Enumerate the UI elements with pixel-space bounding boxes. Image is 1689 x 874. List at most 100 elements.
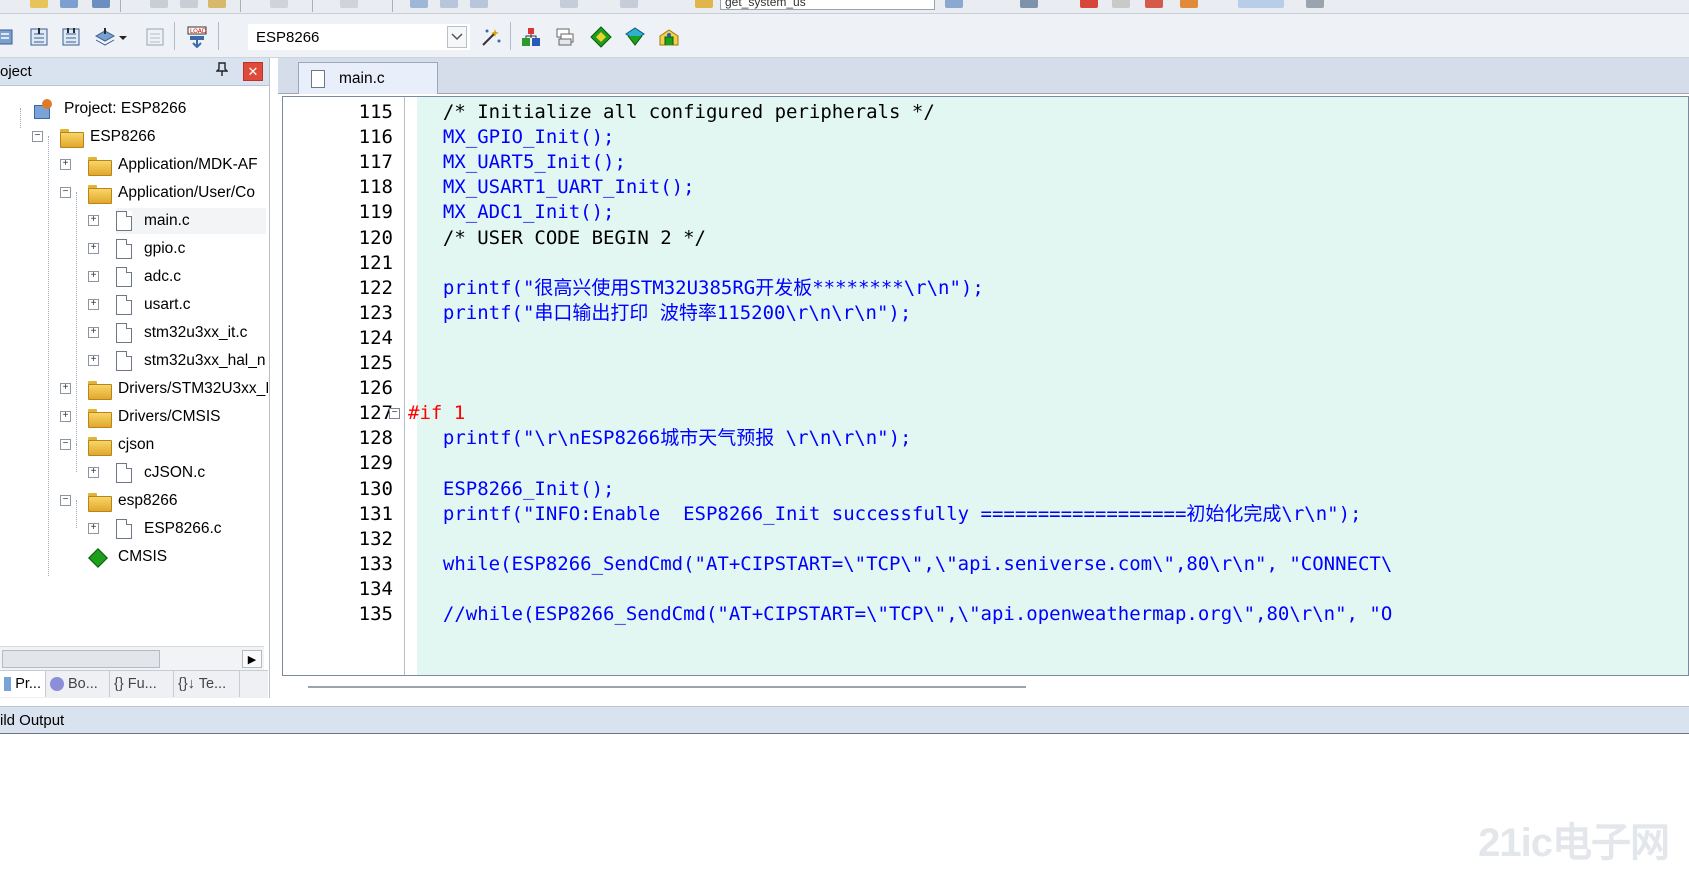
window-layout-icon[interactable] [1238,0,1284,8]
copy-icon[interactable] [180,0,198,8]
tree-item[interactable]: + stm32u3xx_it.c [88,320,247,346]
code-line[interactable]: printf("\r\nESP8266城市天气预报 \r\n\r\n"); [420,425,912,452]
tree-item[interactable]: − cjson [60,432,154,458]
code-line[interactable]: ESP8266_Init(); [420,476,615,503]
indent-icon[interactable] [560,0,578,8]
debug-start-icon[interactable] [1080,0,1098,8]
batch-build-icon[interactable] [92,24,118,50]
file-icon [116,239,132,259]
target-options-icon[interactable] [478,24,504,50]
code-line[interactable]: #if 1 [408,400,465,427]
collapse-icon[interactable]: − [60,187,71,198]
fold-toggle-icon[interactable]: − [389,408,400,420]
tree-item[interactable]: − esp8266 [60,488,177,514]
breakpoint-icon[interactable] [1112,0,1130,8]
find-in-files-icon[interactable] [695,0,713,8]
tree-item[interactable]: + Drivers/STM32U3xx_I [60,376,268,402]
expand-icon[interactable]: + [88,467,99,478]
collapse-icon[interactable]: − [32,131,43,142]
find-icon[interactable] [945,0,963,8]
tree-item[interactable]: + main.c [88,208,266,234]
stop-build-icon[interactable] [142,24,168,50]
code-line[interactable]: printf("INFO:Enable ESP8266_Init success… [420,501,1362,528]
code-line[interactable]: MX_ADC1_Init(); [420,199,615,226]
tab-main-c[interactable]: main.c [298,62,438,94]
tree-item[interactable]: + usart.c [88,292,191,318]
tree-item[interactable]: + ESP8266.c [88,516,222,542]
download-icon[interactable]: LOAD [184,24,210,50]
bookmark-prev-icon[interactable] [440,0,458,8]
tree-item[interactable]: + adc.c [88,264,181,290]
expand-icon[interactable]: + [60,411,71,422]
cut-icon[interactable] [150,0,168,8]
expand-icon[interactable]: + [88,355,99,366]
expand-icon[interactable]: + [88,243,99,254]
expand-icon[interactable]: + [60,159,71,170]
code-line[interactable]: while(ESP8266_SendCmd("AT+CIPSTART=\"TCP… [420,551,1392,578]
run-time-env-icon[interactable] [622,24,648,50]
collapse-icon[interactable]: − [60,439,71,450]
code-line[interactable]: printf("串口输出打印 波特率115200\r\n\r\n"); [420,300,911,327]
scroll-right-icon[interactable]: ▶ [242,650,262,668]
tree-item[interactable]: − Application/User/Co [60,180,255,206]
save-icon[interactable] [60,0,78,8]
file-extensions-icon[interactable] [552,24,578,50]
collapse-icon[interactable]: − [60,495,71,506]
close-icon[interactable]: ✕ [243,62,263,81]
expand-icon[interactable]: + [88,271,99,282]
code-editor[interactable]: 115 /* Initialize all configured periphe… [282,96,1689,676]
save-all-icon[interactable] [92,0,110,8]
expand-icon[interactable]: + [88,299,99,310]
code-line[interactable]: //while(ESP8266_SendCmd("AT+CIPSTART=\"T… [420,601,1392,628]
tree-item[interactable]: + cJSON.c [88,460,205,486]
tree-item[interactable]: + Drivers/CMSIS [60,404,220,430]
manage-components-icon[interactable] [518,24,544,50]
search-icon[interactable] [1020,0,1038,8]
breakpoint-disable-icon[interactable] [1145,0,1163,8]
code-line[interactable]: /* USER CODE BEGIN 2 */ [420,225,706,252]
tab-templates[interactable]: {}↓ Te... [174,671,240,697]
rebuild-icon[interactable] [58,24,84,50]
translate-icon[interactable] [0,24,20,50]
tree-item[interactable]: − ESP8266 [32,124,156,150]
config-icon[interactable] [1306,0,1324,8]
bookmark-next-icon[interactable] [470,0,488,8]
pin-icon[interactable] [213,62,231,80]
tab-functions[interactable]: {} Fu... [110,671,174,697]
tree-item[interactable]: CMSIS [88,544,167,570]
code-line[interactable]: MX_USART1_UART_Init(); [420,174,695,201]
expand-icon[interactable]: + [88,327,99,338]
tree-item[interactable]: + stm32u3xx_hal_n [88,348,266,374]
undo-icon[interactable] [30,0,48,8]
tree-horizontal-scrollbar[interactable]: ▶ [0,646,264,670]
code-line[interactable]: MX_GPIO_Init(); [420,124,615,151]
tab-project[interactable]: Pr... [0,671,46,697]
expand-icon[interactable]: + [88,215,99,226]
breakpoint-kill-icon[interactable] [1180,0,1198,8]
target-select[interactable]: ESP8266 [248,24,470,50]
bookmark-icon[interactable] [410,0,428,8]
code-line[interactable]: /* Initialize all configured peripherals… [420,99,935,126]
expand-icon[interactable]: + [88,523,99,534]
select-software-packs-icon[interactable] [656,24,682,50]
function-combo[interactable]: get_system_us [720,0,935,10]
build-output-pane[interactable]: 21ic电子网 [0,734,1689,874]
paste-icon[interactable] [208,0,226,8]
tree-item[interactable]: Project: ESP8266 [32,96,186,122]
expand-icon[interactable]: + [60,383,71,394]
batch-build-dropdown-icon[interactable] [116,24,130,50]
undo-edit-icon[interactable] [270,0,288,8]
tree-item[interactable]: + gpio.c [88,236,185,262]
nav-back-icon[interactable] [340,0,358,8]
scrollbar-thumb[interactable] [308,686,1026,688]
tab-books[interactable]: Bo... [46,671,110,697]
code-line[interactable]: printf("很高兴使用STM32U385RG开发板********\r\n"… [420,275,984,302]
chevron-down-icon[interactable] [447,26,467,48]
tree-item[interactable]: + Application/MDK-AF [60,152,258,178]
editor-horizontal-scrollbar[interactable] [282,676,1689,698]
code-line[interactable]: MX_UART5_Init(); [420,149,626,176]
build-icon[interactable] [26,24,52,50]
scrollbar-thumb[interactable] [2,650,160,668]
comment-icon[interactable] [620,0,638,8]
pack-installer-icon[interactable] [588,24,614,50]
